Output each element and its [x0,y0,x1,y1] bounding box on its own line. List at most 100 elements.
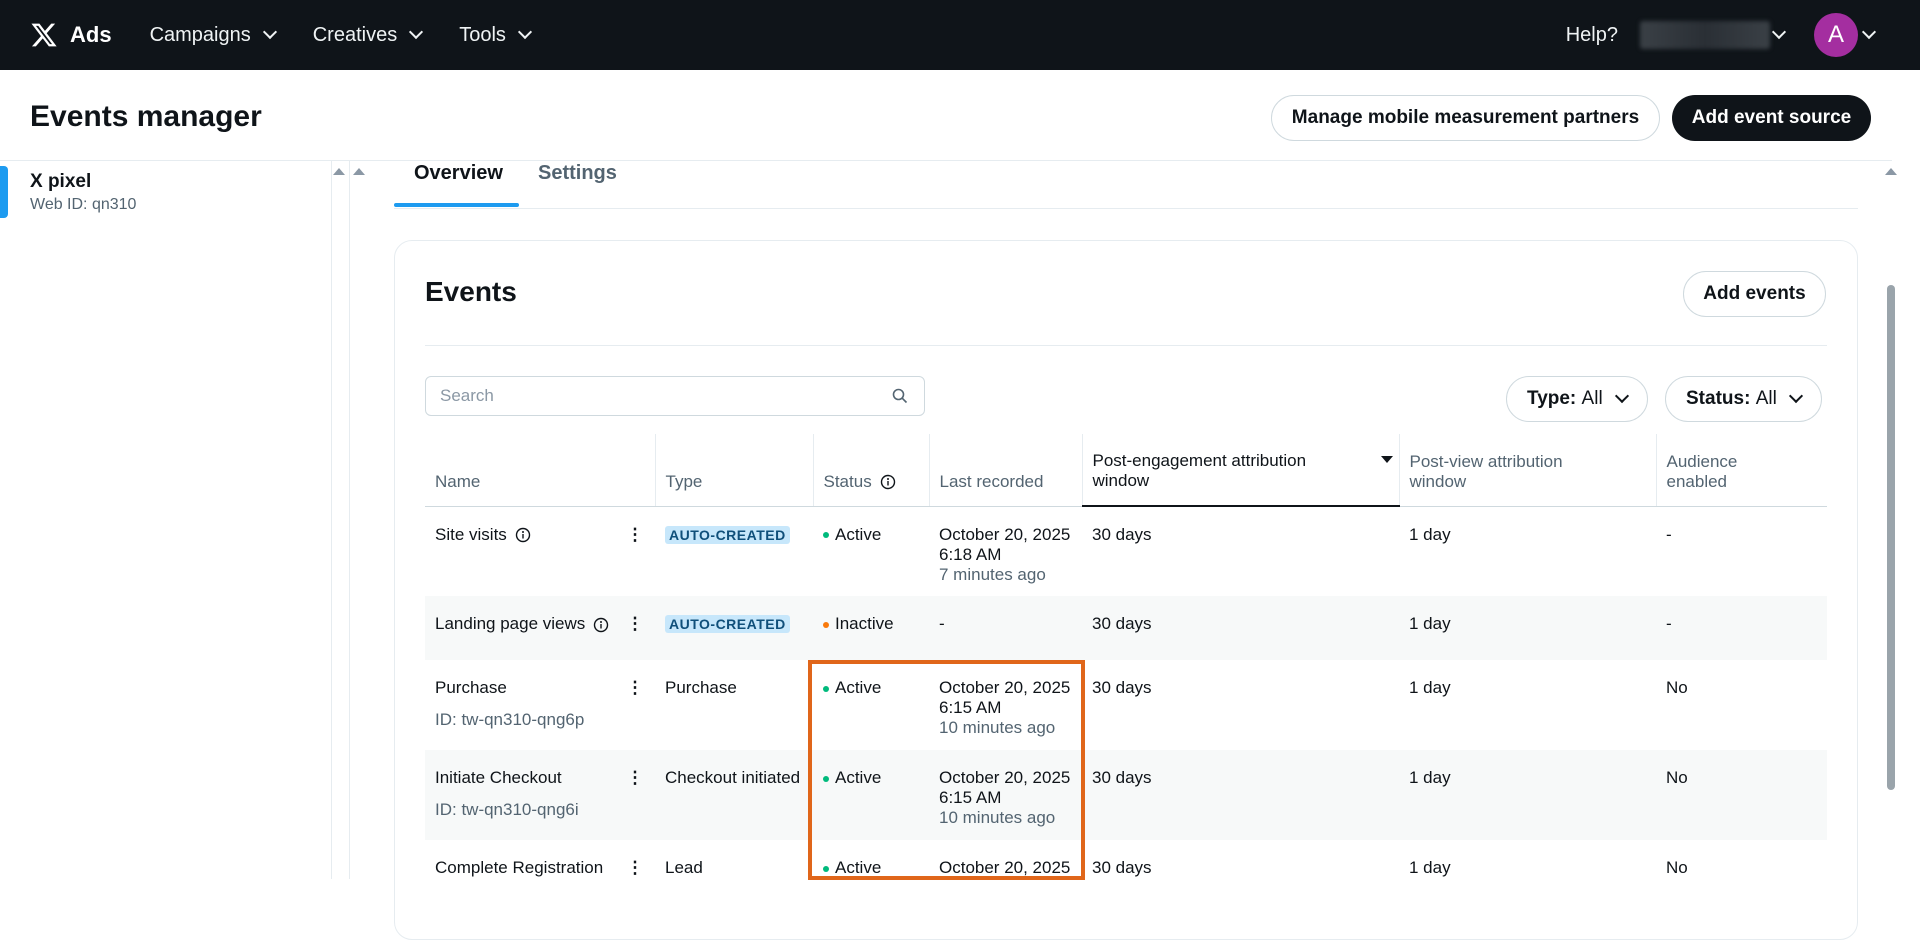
more-options-icon[interactable]: ⋮ [625,678,645,698]
post-view-window: 1 day [1409,678,1451,697]
post-view-window: 1 day [1409,858,1451,877]
audience-enabled: - [1656,596,1827,660]
avatar-letter: A [1827,21,1844,48]
post-view-window: 1 day [1399,596,1656,660]
table-row[interactable]: Site visits ⋮ AUTO-CREATED Active October… [425,506,1827,596]
col-header-type[interactable]: Type [655,434,814,507]
event-type: Checkout initiated [655,750,813,840]
top-nav: Ads Campaigns Creatives Tools Help? A [0,0,1920,70]
status-filter-key: Status: [1686,388,1751,409]
col-header-post-view[interactable]: Post-view attribution window [1399,434,1657,507]
col-header-status-label: Status [823,471,872,491]
tab-overview[interactable]: Overview [414,162,503,185]
sort-descending-icon [1380,456,1393,463]
info-icon[interactable] [515,527,531,543]
event-name[interactable]: Site visits [435,525,507,544]
add-events-button[interactable]: Add events [1683,271,1826,317]
col-header-post-engagement[interactable]: Post-engagement attribution window [1082,434,1400,507]
post-engagement-window: 30 days [1082,596,1399,660]
col-header-audience-label: Audience enabled [1666,451,1738,491]
manage-partners-button[interactable]: Manage mobile measurement partners [1271,95,1660,141]
account-selector-redacted[interactable] [1640,21,1770,49]
chevron-down-icon [409,24,424,40]
last-recorded-date: - [939,614,945,633]
tab-divider [394,208,1858,209]
info-icon[interactable] [880,474,896,490]
scrollbar-up-icon[interactable] [1885,168,1897,175]
more-options-icon[interactable]: ⋮ [625,614,645,634]
last-recorded-time: 6:15 AM [939,788,1002,807]
last-recorded-date: October 20, 2025 [939,768,1071,787]
search-icon[interactable] [892,388,908,404]
event-type-badge: AUTO-CREATED [665,525,790,544]
audience-enabled: No [1666,858,1688,877]
search-box [425,376,925,416]
event-type-badge: AUTO-CREATED [665,615,790,633]
event-status: Inactive [835,614,894,633]
search-input[interactable] [440,386,870,406]
more-options-icon[interactable]: ⋮ [625,858,645,878]
page-title: Events manager [30,100,262,133]
audience-enabled: No [1656,750,1827,840]
audience-enabled: - [1666,524,1672,544]
last-recorded-ago: 10 minutes ago [939,808,1056,827]
col-header-status[interactable]: Status [813,434,930,507]
audience-enabled: No [1666,678,1688,697]
col-header-name[interactable]: Name [425,434,656,507]
status-dot-icon [823,621,829,628]
avatar[interactable]: A [1814,13,1858,57]
sidebar-item-title[interactable]: X pixel [30,171,91,193]
event-name[interactable]: Initiate Checkout [435,768,562,787]
event-type: Purchase [665,678,737,697]
sidebar-scroll-up-icon[interactable] [333,168,345,175]
content-scroll-up-icon[interactable] [353,168,365,175]
brand-label: Ads [70,22,112,47]
events-table: Name Type Status Last recorded Post-enga… [425,434,1827,900]
nav-campaigns[interactable]: Campaigns [149,23,277,47]
post-engagement-window: 30 days [1092,525,1152,544]
account-chevron-down-icon[interactable] [1771,24,1787,40]
event-status: Active [835,678,882,697]
content-left-border [349,161,350,879]
help-link[interactable]: Help? [1566,24,1618,47]
event-name[interactable]: Complete Registration [435,858,603,877]
event-name[interactable]: Purchase [435,678,507,697]
table-row[interactable]: Initiate Checkout ⋮ ID: tw-qn310-qng6i Che… [425,750,1827,840]
nav-creatives-label: Creatives [312,23,398,46]
last-recorded-time: 6:18 AM [939,544,1002,564]
table-row[interactable]: Landing page views ⋮ AUTO-CREATED Inactiv… [425,596,1827,660]
avatar-chevron-down-icon[interactable] [1861,24,1877,40]
nav-campaigns-label: Campaigns [149,23,251,46]
type-filter[interactable]: Type: All [1506,376,1648,422]
post-engagement-window: 30 days [1092,678,1152,697]
events-title: Events [425,276,517,307]
event-id: ID: tw-qn310-qng6p [435,710,585,729]
more-options-icon[interactable]: ⋮ [625,525,645,545]
status-filter[interactable]: Status: All [1665,376,1822,422]
event-status: Active [835,858,882,877]
x-ads-logo[interactable]: Ads [30,21,112,49]
scrollbar-track[interactable] [1892,160,1920,879]
last-recorded-time: 6:15 AM [939,698,1002,717]
tab-settings[interactable]: Settings [538,162,617,185]
more-options-icon[interactable]: ⋮ [625,768,645,788]
scrollbar-thumb[interactable] [1887,285,1895,790]
col-header-audience[interactable]: Audience enabled [1656,434,1827,507]
nav-tools-label: Tools [459,23,506,46]
col-header-last-recorded[interactable]: Last recorded [929,434,1083,507]
status-dot-icon [823,532,829,539]
last-recorded-date: October 20, 2025 [939,524,1071,544]
info-icon[interactable] [593,617,609,633]
table-row[interactable]: Complete Registration ⋮ Lead Active Octob… [425,840,1827,900]
table-row[interactable]: Purchase ⋮ ID: tw-qn310-qng6p Purchase Act… [425,660,1827,750]
col-header-post-view-label: Post-view attribution window [1409,451,1563,491]
chevron-down-icon [517,24,532,40]
event-status: Active [835,524,882,544]
table-header-row: Name Type Status Last recorded Post-enga… [425,434,1827,507]
event-status: Active [835,768,882,787]
event-name[interactable]: Landing page views [435,614,585,633]
add-event-source-button[interactable]: Add event source [1672,95,1871,141]
post-view-window: 1 day [1409,524,1451,544]
nav-tools[interactable]: Tools [459,23,532,47]
nav-creatives[interactable]: Creatives [312,23,424,47]
